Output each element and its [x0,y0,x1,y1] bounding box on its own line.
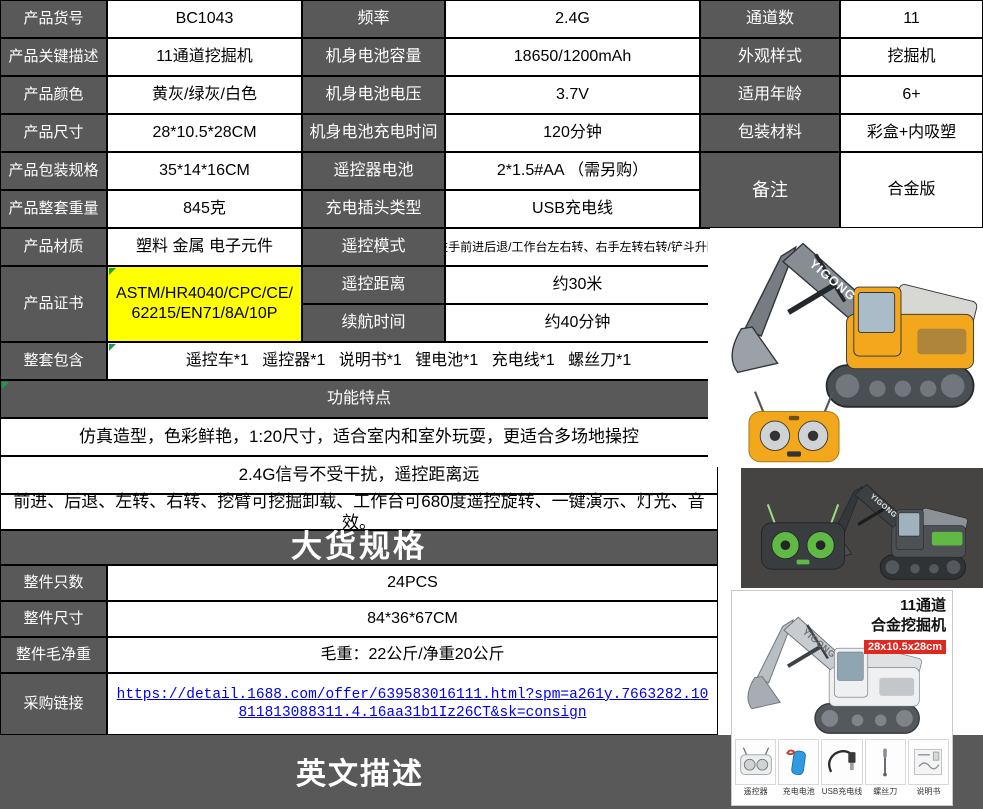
label-remote-battery: 遥控器电池 [302,152,445,190]
value-channels: 11 [840,0,983,38]
accessory-label: 遥控器 [743,787,768,796]
value-set-weight: 845克 [107,190,302,228]
value-plug-type: USB充电线 [445,190,700,228]
value-certificate: ASTM/HR4040/CPC/CE/62215/EN71/8A/10P [107,266,302,342]
accessory-label: 说明书 [916,787,941,796]
product-photo-white-panel: 11通道 合金挖掘机 28x10.5x28cm YIGONG 遥控器 充电电池 … [731,590,953,806]
screwdriver-icon [864,739,906,785]
accessory-label: 充电电池 [782,787,815,796]
remote-control-illustration-green [761,504,845,570]
features-header: 功能特点 [0,380,718,418]
value-pack-size: 35*14*16CM [107,152,302,190]
label-key-desc: 产品关键描述 [0,38,107,76]
value-carton-size: 84*36*67CM [107,601,718,637]
purchase-link-cell: https://detail.1688.com/offer/6395830161… [107,673,718,735]
label-control-mode: 遥控模式 [302,228,445,266]
accessory-label: 螺丝刀 [873,787,898,796]
value-color: 黄灰/绿灰/白色 [107,76,302,114]
excavator-illustration-yellow: YIGONG [731,242,978,408]
value-battery-capacity: 18650/1200mAh [445,38,700,76]
product-photo-green: YIGONG [741,468,983,588]
label-control-distance: 遥控距离 [302,266,445,304]
value-endurance: 约40分钟 [445,304,710,342]
value-appearance: 挖掘机 [840,38,983,76]
accessory-usb-cable: USB充电线 [821,739,863,801]
label-pack-size: 产品包装规格 [0,152,107,190]
remote-control-illustration-yellow [748,391,840,463]
label-age: 适用年龄 [700,76,840,114]
label-plug-type: 充电插头类型 [302,190,445,228]
battery-icon [778,739,820,785]
bulk-banner: 大货规格 [0,529,718,565]
label-material: 产品材质 [0,228,107,266]
label-purchase-link: 采购链接 [0,673,107,735]
label-appearance: 外观样式 [700,38,840,76]
label-battery-voltage: 机身电池电压 [302,76,445,114]
label-carton-size: 整件尺寸 [0,601,107,637]
product-photo-yellow: YIGONG [708,229,980,467]
accessory-manual: 说明书 [907,739,950,801]
value-remark: 合金版 [840,152,983,228]
label-includes: 整套包含 [0,342,107,380]
footer-banner-text: 英文描述 [296,758,424,791]
panel-size-badge: 28x10.5x28cm [863,639,946,654]
product-spec-sheet: 产品货号 BC1043 频率 2.4G 通道数 11 产品关键描述 11通道挖掘… [0,0,983,809]
feature-item-1: 仿真造型，色彩鲜艳，1:20尺寸，适合室内和室外玩耍，更适合多场地操控 [0,418,718,456]
label-carton-weight: 整件毛净重 [0,637,107,673]
label-charge-time: 机身电池充电时间 [302,114,445,152]
label-remark: 备注 [700,152,840,228]
panel-title-line2: 合金挖掘机 [870,617,946,635]
accessory-battery: 充电电池 [778,739,820,801]
accessory-strip: 遥控器 充电电池 USB充电线 螺丝刀 说明书 [735,739,950,801]
panel-header: 11通道 合金挖掘机 28x10.5x28cm [863,596,946,655]
label-endurance: 续航时间 [302,304,445,342]
label-carton-qty: 整件只数 [0,565,107,601]
usb-cable-icon [821,739,863,785]
accessory-remote: 遥控器 [735,739,777,801]
value-carton-qty: 24PCS [107,565,718,601]
feature-item-3: 前进、后退、左转、右转、挖臂可挖掘卸载、工作台可680度遥控旋转、一键演示、灯光… [0,492,718,532]
remote-icon [735,739,777,785]
label-frequency: 频率 [302,0,445,38]
value-charge-time: 120分钟 [445,114,700,152]
value-material: 塑料 金属 电子元件 [107,228,302,266]
accessory-screwdriver: 螺丝刀 [864,739,906,801]
value-age: 6+ [840,76,983,114]
value-control-distance: 约30米 [445,266,710,304]
manual-icon [907,739,950,785]
label-certificate: 产品证书 [0,266,107,342]
panel-title-line1: 11通道 [900,597,946,614]
value-product-no: BC1043 [107,0,302,38]
label-set-weight: 产品整套重量 [0,190,107,228]
value-carton-weight: 毛重：22公斤/净重20公斤 [107,637,718,673]
accessory-label: USB充电线 [821,787,863,796]
feature-item-2: 2.4G信号不受干扰，遥控距离远 [0,456,718,494]
label-size: 产品尺寸 [0,114,107,152]
label-battery-capacity: 机身电池容量 [302,38,445,76]
value-key-desc: 11通道挖掘机 [107,38,302,76]
value-control-mode: 左手前进后退/工作台左右转、右手左转右转/铲斗升降 [445,228,710,266]
label-product-no: 产品货号 [0,0,107,38]
value-battery-voltage: 3.7V [445,76,700,114]
label-channels: 通道数 [700,0,840,38]
value-pack-material: 彩盒+内吸塑 [840,114,983,152]
label-pack-material: 包装材料 [700,114,840,152]
value-remote-battery: 2*1.5#AA （需另购） [445,152,700,190]
purchase-link[interactable]: https://detail.1688.com/offer/6395830161… [116,686,709,722]
value-size: 28*10.5*28CM [107,114,302,152]
value-includes: 遥控车*1 遥控器*1 说明书*1 锂电池*1 充电线*1 螺丝刀*1 [107,342,710,380]
value-frequency: 2.4G [445,0,700,38]
label-color: 产品颜色 [0,76,107,114]
